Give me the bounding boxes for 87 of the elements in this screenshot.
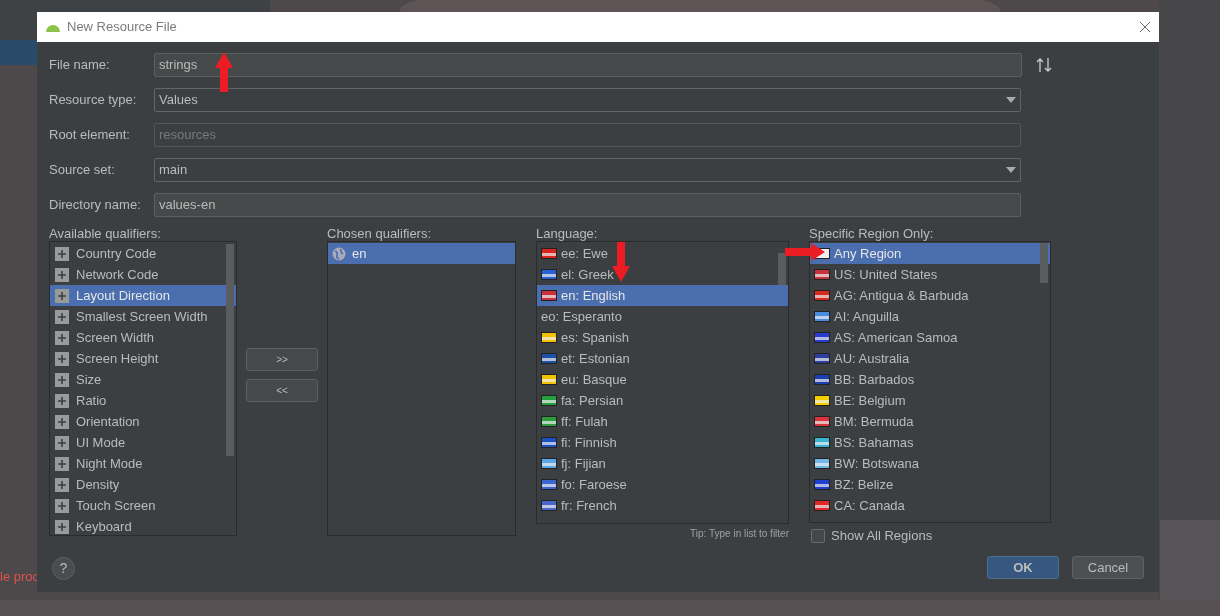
list-item[interactable]: et: Estonian — [537, 348, 788, 369]
section-label: Available qualifiers: — [49, 226, 162, 241]
qualifier-icon — [54, 413, 70, 430]
qualifier-icon — [54, 476, 70, 493]
list-item[interactable]: en: English — [537, 285, 788, 306]
list-item[interactable]: UI Mode — [50, 432, 236, 453]
list-item[interactable]: AS: American Samoa — [810, 327, 1050, 348]
list-item[interactable]: BW: Botswana — [810, 453, 1050, 474]
tip-text: Tip: Type in list to filter — [690, 527, 789, 541]
help-button[interactable]: ? — [52, 556, 75, 580]
list-item[interactable]: ff: Fulah — [537, 411, 788, 432]
list-item[interactable]: US: United States — [810, 264, 1050, 285]
caret-icon — [1006, 97, 1016, 103]
list-item[interactable]: Screen Height — [50, 348, 236, 369]
list-item[interactable]: el: Greek — [537, 264, 788, 285]
close-icon[interactable] — [1139, 21, 1151, 33]
section-label: Language: — [536, 226, 599, 241]
ok-button[interactable]: OK — [987, 556, 1059, 579]
input-field[interactable]: values-en — [154, 193, 1021, 217]
list-item[interactable]: Any Region — [810, 243, 1050, 264]
list-item[interactable]: BE: Belgium — [810, 390, 1050, 411]
list-item[interactable]: fj: Fijian — [537, 453, 788, 474]
list-item[interactable]: es: Spanish — [537, 327, 788, 348]
list-item[interactable]: AI: Anguilla — [810, 306, 1050, 327]
list-item[interactable]: AU: Australia — [810, 348, 1050, 369]
list-item[interactable]: Size — [50, 369, 236, 390]
qualifier-icon — [54, 497, 70, 514]
list-item[interactable]: eo: Esperanto — [537, 306, 788, 327]
list-item[interactable]: Ratio — [50, 390, 236, 411]
list-item[interactable]: Density — [50, 474, 236, 495]
list-item[interactable]: Country Code — [50, 243, 236, 264]
list-item[interactable]: Network Code — [50, 264, 236, 285]
section-label: Chosen qualifiers: — [327, 226, 433, 241]
checkbox[interactable] — [811, 528, 825, 543]
list-item[interactable]: Keyboard — [50, 516, 236, 535]
move-button[interactable]: << — [246, 379, 318, 402]
annotation-arrow — [215, 52, 233, 92]
window-title: New Resource File — [67, 18, 177, 37]
list-item[interactable]: BZ: Belize — [810, 474, 1050, 495]
field-label: Root element: — [49, 126, 131, 145]
list-item[interactable]: Screen Width — [50, 327, 236, 348]
section-label: Specific Region Only: — [809, 226, 935, 241]
sort-icon[interactable] — [1036, 58, 1053, 72]
qualifier-icon — [54, 455, 70, 472]
list-item[interactable]: BB: Barbados — [810, 369, 1050, 390]
qualifier-icon — [54, 245, 70, 262]
list-item[interactable]: en — [328, 243, 515, 264]
scrollbar-thumb[interactable] — [1040, 243, 1048, 283]
dropdown[interactable]: main — [154, 158, 1021, 182]
list-item[interactable]: ee: Ewe — [537, 243, 788, 264]
field-label: Resource type: — [49, 91, 138, 110]
list-item[interactable]: Smallest Screen Width — [50, 306, 236, 327]
list-item[interactable]: fo: Faroese — [537, 474, 788, 495]
qualifier-icon — [54, 434, 70, 451]
annotation-arrow — [612, 242, 630, 282]
list-item[interactable]: BM: Bermuda — [810, 411, 1050, 432]
qualifier-icon — [54, 392, 70, 409]
list-item[interactable]: Touch Screen — [50, 495, 236, 516]
list-item[interactable]: AG: Antigua & Barbuda — [810, 285, 1050, 306]
qualifier-icon — [54, 308, 70, 325]
globe-icon — [332, 246, 346, 261]
list-item[interactable]: Night Mode — [50, 453, 236, 474]
checkbox-label: Show All Regions — [831, 527, 933, 545]
cancel-button[interactable]: Cancel — [1072, 556, 1144, 579]
field-label: Source set: — [49, 161, 116, 180]
list-item[interactable]: Orientation — [50, 411, 236, 432]
list-item[interactable]: fa: Persian — [537, 390, 788, 411]
dropdown[interactable]: Values — [154, 88, 1021, 112]
list-item[interactable]: CA: Canada — [810, 495, 1050, 516]
qualifier-icon — [54, 266, 70, 283]
list-item[interactable]: Layout Direction — [50, 285, 236, 306]
list-item[interactable]: BS: Bahamas — [810, 432, 1050, 453]
list-item[interactable]: fi: Finnish — [537, 432, 788, 453]
scrollbar-thumb[interactable] — [226, 244, 234, 456]
qualifier-icon — [54, 371, 70, 388]
qualifier-icon — [54, 350, 70, 367]
caret-icon — [1006, 167, 1016, 173]
list-item[interactable]: eu: Basque — [537, 369, 788, 390]
field-label: Directory name: — [49, 196, 142, 215]
input-field[interactable]: strings — [154, 53, 1022, 77]
annotation-arrow — [785, 243, 825, 261]
field-label: File name: — [49, 56, 111, 75]
list-item[interactable]: fr: French — [537, 495, 788, 516]
move-button[interactable]: >> — [246, 348, 318, 371]
scrollbar-thumb[interactable] — [778, 253, 786, 285]
qualifier-icon — [54, 287, 70, 304]
qualifier-icon — [54, 329, 70, 346]
